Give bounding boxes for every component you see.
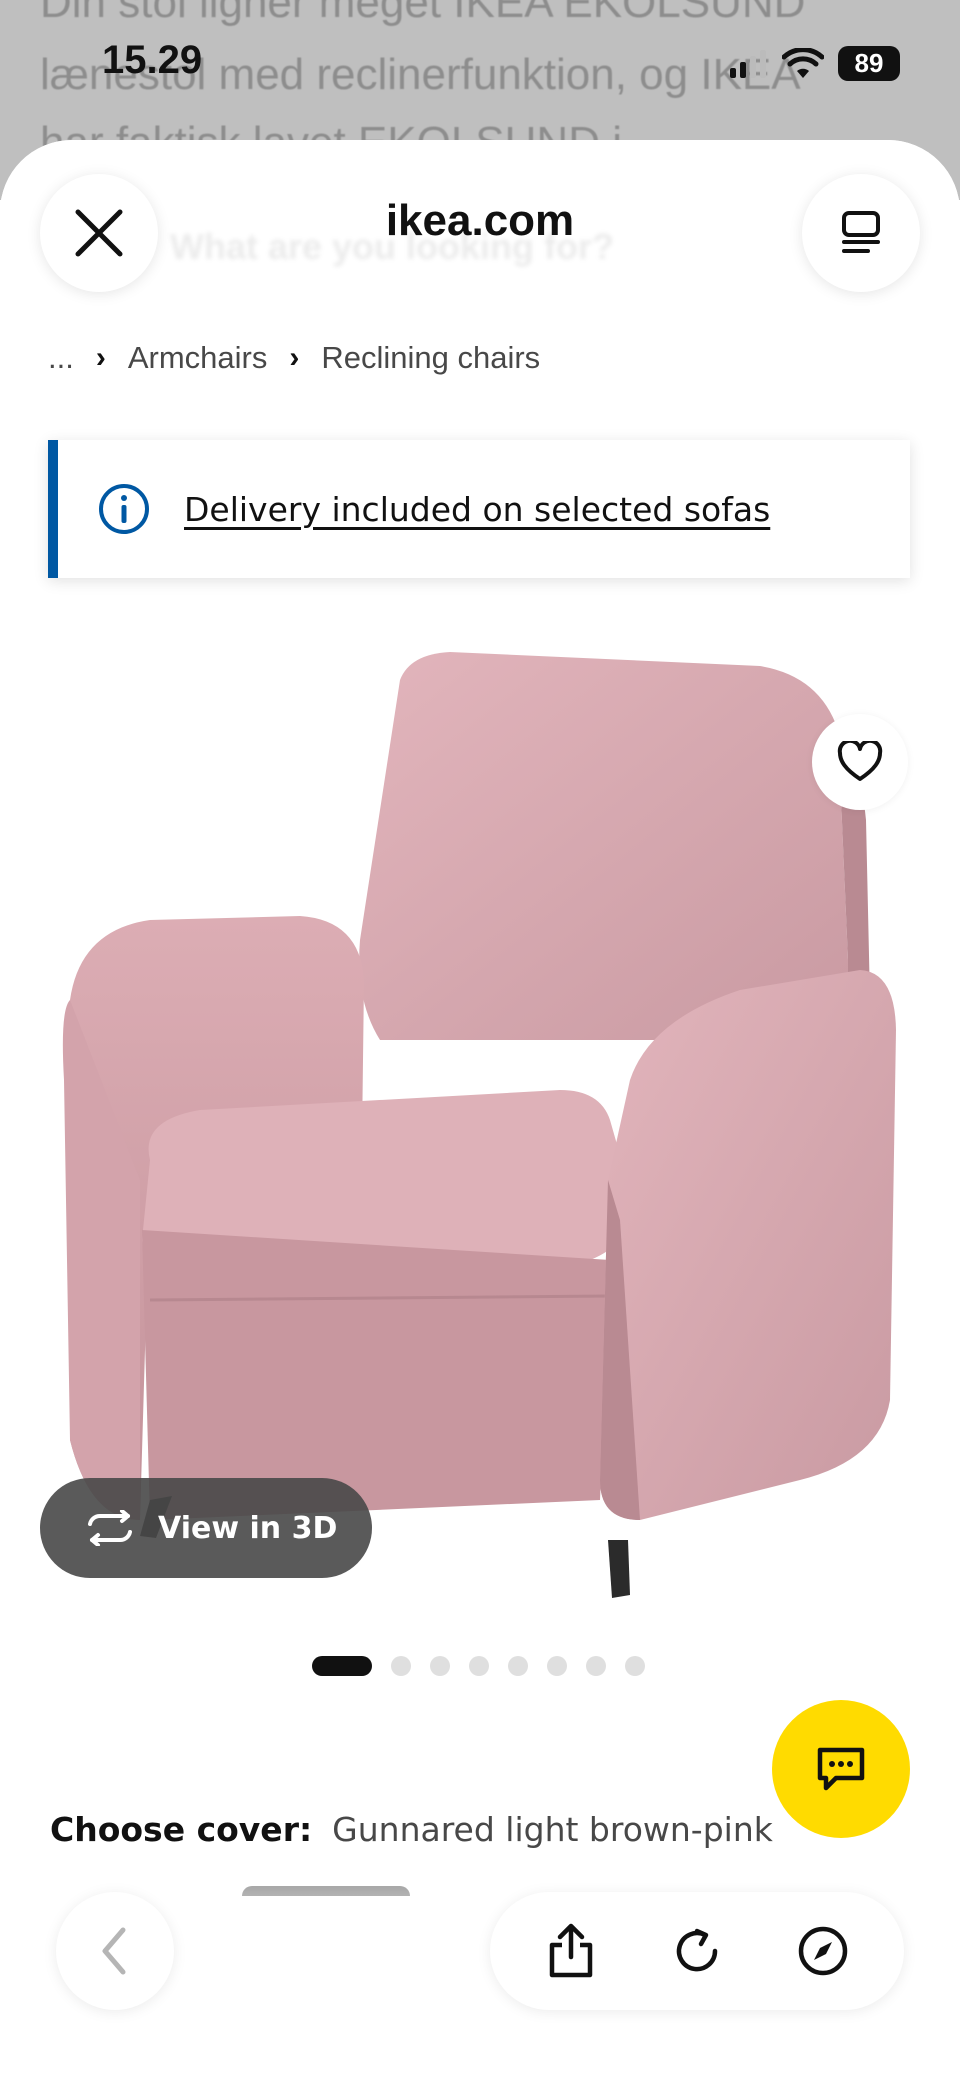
- share-button[interactable]: [526, 1906, 616, 1996]
- chevron-left-icon: [102, 1927, 126, 1975]
- breadcrumb-item-reclining-chairs[interactable]: Reclining chairs: [321, 340, 540, 376]
- choose-cover-label: Choose cover:: [50, 1810, 313, 1849]
- delivery-info-link[interactable]: Delivery included on selected sofas: [184, 490, 770, 529]
- info-icon: [99, 484, 149, 534]
- tabs-button[interactable]: [802, 174, 920, 292]
- carousel-dot[interactable]: [508, 1656, 528, 1676]
- status-bar: 15.29 89: [0, 0, 960, 130]
- favourite-button[interactable]: [812, 714, 908, 810]
- back-button[interactable]: [56, 1892, 174, 2010]
- carousel-dot[interactable]: [625, 1656, 645, 1676]
- choose-cover-row: Choose cover: Gunnared light brown-pink: [50, 1810, 773, 1849]
- rotate-3d-icon: [88, 1510, 132, 1546]
- tabs-icon: [842, 211, 880, 253]
- carousel-dot[interactable]: [469, 1656, 489, 1676]
- view-in-3d-button[interactable]: View in 3D: [40, 1478, 372, 1578]
- carousel-dot[interactable]: [547, 1656, 567, 1676]
- chat-icon: [817, 1747, 865, 1791]
- status-time: 15.29: [102, 38, 203, 82]
- signal-icon: [730, 49, 766, 78]
- chat-button[interactable]: [772, 1700, 910, 1838]
- choose-cover-value: Gunnared light brown-pink: [332, 1810, 773, 1849]
- carousel-dot[interactable]: [391, 1656, 411, 1676]
- breadcrumb-ellipsis[interactable]: ...: [48, 340, 74, 376]
- breadcrumb-item-armchairs[interactable]: Armchairs: [128, 340, 268, 376]
- delivery-info-banner: Delivery included on selected sofas: [48, 440, 910, 578]
- heart-icon: [837, 741, 883, 781]
- reload-icon: [676, 1928, 718, 1972]
- breadcrumb: ... › Armchairs › Reclining chairs: [48, 340, 540, 376]
- wifi-icon: [782, 47, 824, 78]
- reload-button[interactable]: [652, 1906, 742, 1996]
- battery-indicator: 89: [838, 46, 900, 81]
- compass-icon: [798, 1926, 848, 1976]
- browser-toolbar: [490, 1892, 904, 2010]
- status-icons: 89: [728, 46, 900, 81]
- view-in-3d-label: View in 3D: [158, 1510, 338, 1546]
- explore-button[interactable]: [778, 1906, 868, 1996]
- share-icon: [549, 1923, 593, 1978]
- carousel-dots: [312, 1656, 645, 1676]
- carousel-dot[interactable]: [312, 1656, 372, 1676]
- carousel-dot[interactable]: [430, 1656, 450, 1676]
- carousel-dot[interactable]: [586, 1656, 606, 1676]
- breadcrumb-separator-icon: ›: [95, 341, 106, 374]
- breadcrumb-separator-icon: ›: [289, 341, 300, 374]
